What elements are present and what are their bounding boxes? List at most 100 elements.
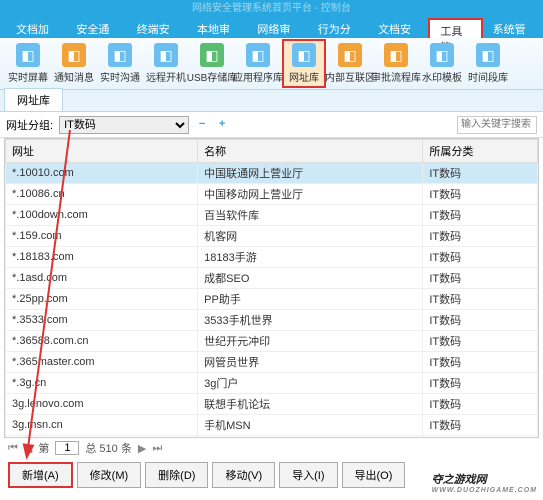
ribbon-tab[interactable]: 终端安全: [127, 18, 187, 38]
ribbon-label: 应用程序库: [233, 69, 283, 84]
remove-group-icon[interactable]: −: [195, 118, 209, 132]
ribbon-label: 水印模板: [422, 69, 462, 84]
cell: IT数码: [423, 331, 538, 352]
ribbon-icon: ◧: [154, 43, 178, 67]
cell: IT数码: [423, 205, 538, 226]
table-row[interactable]: *.3533.com3533手机世界IT数码: [6, 310, 538, 331]
col-header[interactable]: 所属分类: [423, 140, 538, 163]
ribbon-icon: ◧: [292, 43, 316, 67]
cell: IT数码: [423, 394, 538, 415]
pager-prev-icon[interactable]: ◀: [24, 442, 32, 455]
ribbon-button[interactable]: ◧实时屏幕: [6, 41, 50, 86]
ribbon-icon: ◧: [384, 43, 408, 67]
ribbon-button[interactable]: ◧通知消息: [52, 41, 96, 86]
ribbon-tab[interactable]: 文档安全: [368, 18, 428, 38]
ribbon-button[interactable]: ◧时间段库: [466, 41, 510, 86]
filter-label: 网址分组:: [6, 117, 53, 133]
cell: PP助手: [198, 289, 423, 310]
table-row[interactable]: *.159.com机客网IT数码: [6, 226, 538, 247]
ribbon-tab[interactable]: 网络审计: [247, 18, 307, 38]
ribbon-button[interactable]: ◧ 内部互联区: [328, 41, 372, 86]
cell: IT数码: [423, 415, 538, 436]
table-row[interactable]: *.10010.com中国联通网上营业厅IT数码: [6, 163, 538, 184]
cell: *.159.com: [6, 226, 198, 247]
ribbon-button[interactable]: ◧USB存储库: [190, 41, 234, 86]
cell: 3g.msn.cn: [6, 415, 198, 436]
add-group-icon[interactable]: +: [215, 118, 229, 132]
ribbon-label: 远程开机: [146, 69, 186, 84]
cell: *.25pp.com: [6, 289, 198, 310]
ribbon-label: 时间段库: [468, 69, 508, 84]
ribbon-button[interactable]: ◧ 网址库: [282, 39, 326, 88]
cell: 网管员世界: [198, 352, 423, 373]
table-row[interactable]: *.365master.com网管员世界IT数码: [6, 352, 538, 373]
ribbon-icon: ◧: [16, 43, 40, 67]
table-row[interactable]: *.18183.com18183手游IT数码: [6, 247, 538, 268]
table-row[interactable]: 3g.lenovo.com联想手机论坛IT数码: [6, 394, 538, 415]
cell: 成都SEO: [198, 268, 423, 289]
action-button[interactable]: 导出(O): [342, 462, 406, 488]
table-row[interactable]: *.36588.com.cn世纪开元冲印IT数码: [6, 331, 538, 352]
cell: 百当软件库: [198, 205, 423, 226]
ribbon-button[interactable]: ◧ 审批流程库: [374, 41, 418, 86]
filter-bar: 网址分组: IT数码 − +: [0, 112, 543, 138]
cell: IT数码: [423, 163, 538, 184]
table-row[interactable]: *.100down.com百当软件库IT数码: [6, 205, 538, 226]
ribbon-label: 网址库: [289, 69, 319, 84]
cell: IT数码: [423, 373, 538, 394]
pager-first-icon[interactable]: ⏮: [8, 442, 18, 455]
pager-last-icon[interactable]: ⏭: [152, 442, 162, 455]
cell: 3g.lenovo.com: [6, 394, 198, 415]
ribbon-icon: ◧: [338, 43, 362, 67]
action-button[interactable]: 新增(A): [8, 462, 73, 488]
ribbon-tab[interactable]: 行为分析: [308, 18, 368, 38]
cell: 手机MSN: [198, 415, 423, 436]
cell: 机客网: [198, 226, 423, 247]
content-tab[interactable]: 网址库: [4, 88, 63, 111]
content-tabbar: 网址库: [0, 90, 543, 112]
group-select[interactable]: IT数码: [59, 116, 189, 134]
action-button[interactable]: 修改(M): [77, 462, 142, 488]
table-row[interactable]: *.10086.cn中国移动网上营业厅IT数码: [6, 184, 538, 205]
ribbon-tab[interactable]: 文档加密: [6, 18, 66, 38]
action-button[interactable]: 删除(D): [145, 462, 208, 488]
window-title: 网络安全管理系统首页平台 - 控制台: [0, 0, 543, 18]
cell: IT数码: [423, 184, 538, 205]
ribbon-button[interactable]: ◧实时沟通: [98, 41, 142, 86]
action-button[interactable]: 移动(V): [212, 462, 275, 488]
ribbon-icon: ◧: [430, 43, 454, 67]
ribbon-icon: ◧: [108, 43, 132, 67]
ribbon-tab[interactable]: 安全通信: [66, 18, 126, 38]
cell: IT数码: [423, 247, 538, 268]
table-row[interactable]: *.25pp.comPP助手IT数码: [6, 289, 538, 310]
table-row[interactable]: *.1asd.com成都SEOIT数码: [6, 268, 538, 289]
cell: *.3g.cn: [6, 373, 198, 394]
table-row[interactable]: 3g.msn.cn手机MSNIT数码: [6, 415, 538, 436]
col-header[interactable]: 名称: [198, 140, 423, 163]
cell: IT数码: [423, 352, 538, 373]
ribbon-tab[interactable]: 系统管理: [483, 18, 543, 38]
cell: 中国移动网上营业厅: [198, 184, 423, 205]
cell: *.365master.com: [6, 352, 198, 373]
cell: 中国联通网上营业厅: [198, 163, 423, 184]
cell: IT数码: [423, 310, 538, 331]
ribbon-button[interactable]: ◧应用程序库: [236, 41, 280, 86]
ribbon-label: 审批流程库: [371, 69, 421, 84]
pager-next-icon[interactable]: ▶: [138, 442, 146, 455]
action-button[interactable]: 导入(I): [279, 462, 337, 488]
search-input[interactable]: [457, 116, 537, 134]
ribbon-label: 内部互联区: [325, 69, 375, 84]
cell: IT数码: [423, 289, 538, 310]
cell: *.10086.cn: [6, 184, 198, 205]
ribbon-toolbar: ◧实时屏幕◧通知消息◧实时沟通◧远程开机◧USB存储库◧应用程序库◧网址库◧内部…: [0, 38, 543, 90]
ribbon-tab[interactable]: 本地审计: [187, 18, 247, 38]
cell: *.10010.com: [6, 163, 198, 184]
page-input[interactable]: [55, 441, 79, 455]
ribbon-button[interactable]: ◧ 远程开机: [144, 41, 188, 86]
table-row[interactable]: *.3g.cn3g门户IT数码: [6, 373, 538, 394]
col-header[interactable]: 网址: [6, 140, 198, 163]
cell: 世纪开元冲印: [198, 331, 423, 352]
ribbon-button[interactable]: ◧ 水印模板: [420, 41, 464, 86]
ribbon-tab[interactable]: 工具箱: [428, 18, 482, 38]
cell: 18183手游: [198, 247, 423, 268]
